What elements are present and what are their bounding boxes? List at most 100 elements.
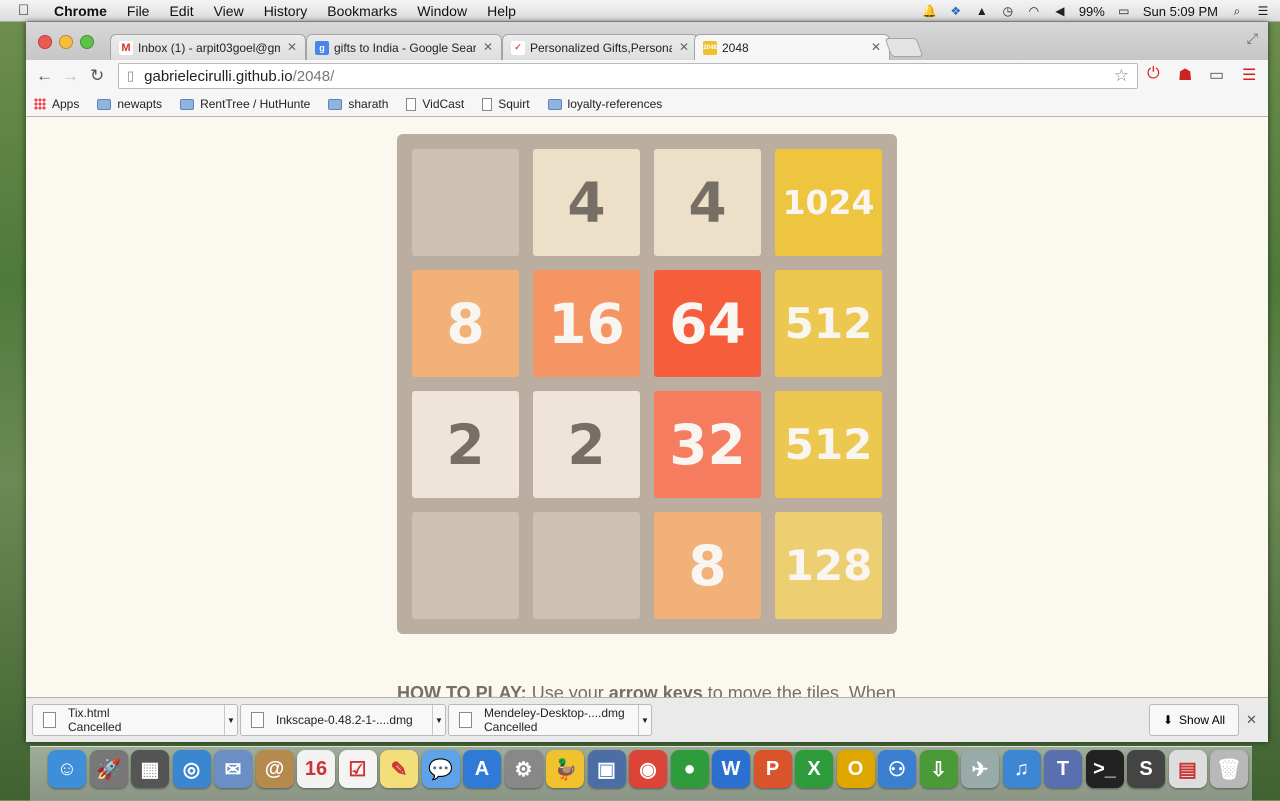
wifi-icon[interactable]: ◠ — [1027, 4, 1041, 18]
tab-strip: M Inbox (1) - arpit03goel@gm ✕ g gifts t… — [26, 22, 1268, 61]
bookmark-sharath[interactable]: sharath — [328, 97, 388, 111]
launchpad-icon[interactable]: 🚀 — [89, 750, 128, 788]
bookmarks-bar: Apps newapts RentTree / HutHunte sharath… — [26, 92, 1268, 117]
trash-icon[interactable]: 🗑 — [1210, 750, 1248, 788]
safari-icon[interactable]: ◎ — [172, 750, 211, 788]
download-menu-caret-icon[interactable]: ▼ — [432, 705, 445, 735]
page-icon: ▯ — [127, 68, 135, 83]
show-all-downloads-button[interactable]: ⬇ Show All — [1149, 704, 1239, 736]
textwrangler-icon[interactable]: T — [1044, 750, 1082, 788]
adblock-extension-icon[interactable]: ⏻ — [1147, 65, 1160, 83]
fullscreen-icon[interactable]: ⤢ — [1247, 30, 1258, 47]
apple-menu-icon[interactable]:  — [18, 2, 36, 19]
menu-app-name[interactable]: Chrome — [54, 3, 107, 19]
bookmark-newapts[interactable]: newapts — [97, 97, 162, 111]
close-window-button[interactable] — [38, 35, 52, 49]
chrome-icon[interactable]: ◉ — [629, 750, 667, 788]
close-tab-icon[interactable]: ✕ — [871, 40, 881, 54]
tab-google-search[interactable]: g gifts to India - Google Sear ✕ — [306, 34, 502, 60]
game-board[interactable]: 4 4 1024 8 16 64 512 2 2 32 512 8 128 — [397, 134, 897, 634]
menu-edit[interactable]: Edit — [169, 3, 193, 19]
notification-center-icon[interactable]: ☰ — [1256, 4, 1270, 18]
messages-icon[interactable]: 💬 — [421, 750, 460, 788]
close-tab-icon[interactable]: ✕ — [287, 40, 297, 54]
zoom-window-button[interactable] — [80, 35, 94, 49]
outlook-icon[interactable]: O — [836, 750, 875, 788]
tab-personalized-gifts[interactable]: ✓ Personalized Gifts,Persona ✕ — [502, 34, 698, 60]
terminal-icon[interactable]: >_ — [1085, 750, 1124, 788]
mail-icon[interactable]: ✉ — [214, 750, 252, 788]
bookmark-apps[interactable]: Apps — [34, 97, 79, 111]
spotlight-search-icon[interactable]: ⌕ — [1230, 4, 1244, 18]
download-item-inkscape[interactable]: Inkscape-0.48.2-1-....dmg ▼ — [240, 704, 446, 736]
download-item-tix[interactable]: Tix.html Cancelled ▼ — [32, 704, 238, 736]
bookmark-squirt[interactable]: Squirt — [482, 97, 530, 111]
finder-icon[interactable]: ☺ — [48, 750, 86, 788]
cast-icon[interactable]: ▭ — [1209, 65, 1224, 85]
tab-2048[interactable]: 2048 2048 ✕ — [694, 34, 890, 61]
menu-history[interactable]: History — [264, 3, 308, 19]
close-downloads-bar-icon[interactable]: ✕ — [1246, 712, 1257, 728]
notification-bell-icon[interactable]: 🔔 — [922, 4, 937, 18]
battery-percent[interactable]: 99% — [1079, 4, 1105, 19]
menu-bookmarks[interactable]: Bookmarks — [327, 3, 397, 19]
download-item-mendeley[interactable]: Mendeley-Desktop-....dmg Cancelled ▼ — [448, 704, 652, 736]
download-menu-caret-icon[interactable]: ▼ — [224, 705, 237, 735]
downloader-icon[interactable]: ⇩ — [919, 750, 958, 788]
documents-stack-icon[interactable]: ▤ — [1168, 750, 1207, 788]
menu-window[interactable]: Window — [417, 3, 467, 19]
folder-icon — [180, 98, 195, 110]
address-bar[interactable]: ▯ gabrielecirulli.github.io/2048/ ☆ — [118, 63, 1138, 89]
back-arrow-icon[interactable]: ← — [36, 66, 53, 86]
reminders-icon[interactable]: ☑ — [338, 750, 377, 788]
minimize-window-button[interactable] — [59, 35, 73, 49]
pocket-extension-icon[interactable]: ☗ — [1178, 65, 1192, 85]
reload-icon[interactable]: ↻ — [90, 66, 104, 86]
download-name: Tix.html — [68, 706, 110, 720]
facetime-icon[interactable]: ● — [670, 750, 709, 788]
battery-icon[interactable]: ▭ — [1117, 4, 1131, 18]
new-tab-button[interactable] — [884, 38, 924, 57]
sublime-icon[interactable]: S — [1127, 750, 1165, 788]
lync-icon[interactable]: ⚇ — [878, 750, 916, 788]
download-name: Inkscape-0.48.2-1-....dmg — [276, 713, 413, 727]
google-drive-icon[interactable]: ▲ — [975, 4, 989, 18]
contacts-icon[interactable]: @ — [255, 750, 294, 788]
mission-control-icon[interactable]: ▦ — [131, 750, 169, 788]
bookmark-star-icon[interactable]: ☆ — [1114, 66, 1129, 86]
menu-view[interactable]: View — [214, 3, 244, 19]
app-store-icon[interactable]: A — [463, 750, 501, 788]
time-machine-icon[interactable]: ◷ — [1001, 4, 1015, 18]
chrome-menu-icon[interactable]: ☰ — [1242, 65, 1256, 85]
tile-2: 2 — [533, 391, 640, 498]
bookmark-renttree[interactable]: RentTree / HutHunte — [180, 97, 310, 111]
tile-8: 8 — [654, 512, 761, 619]
page-icon — [406, 97, 417, 111]
menubar-clock[interactable]: Sun 5:09 PM — [1143, 4, 1218, 19]
cyberduck-icon[interactable]: 🦆 — [546, 750, 584, 788]
download-menu-caret-icon[interactable]: ▼ — [638, 705, 651, 735]
document-icon — [251, 712, 264, 728]
volume-icon[interactable]: ◀ — [1053, 4, 1067, 18]
dropbox-icon[interactable]: ❖ — [949, 4, 963, 18]
word-icon[interactable]: W — [712, 750, 750, 788]
notes-icon[interactable]: ✎ — [380, 750, 418, 788]
forward-arrow-icon[interactable]: → — [62, 66, 79, 86]
system-preferences-icon[interactable]: ⚙ — [504, 750, 543, 788]
bookmark-loyalty-references[interactable]: loyalty-references — [547, 97, 662, 111]
download-status: Cancelled — [68, 720, 122, 734]
close-tab-icon[interactable]: ✕ — [679, 40, 689, 54]
empty-cell — [412, 149, 519, 256]
satellite-icon[interactable]: ✈ — [961, 750, 999, 788]
powerpoint-icon[interactable]: P — [753, 750, 792, 788]
tab-inbox[interactable]: M Inbox (1) - arpit03goel@gm ✕ — [110, 34, 306, 60]
menu-help[interactable]: Help — [487, 3, 516, 19]
itunes-icon[interactable]: ♫ — [1002, 750, 1041, 788]
bookmark-vidcast[interactable]: VidCast — [406, 97, 464, 111]
excel-icon[interactable]: X — [795, 750, 833, 788]
iphoto-icon[interactable]: ▣ — [587, 750, 626, 788]
calendar-icon[interactable]: 16 — [297, 750, 335, 788]
tile-8: 8 — [412, 270, 519, 377]
close-tab-icon[interactable]: ✕ — [483, 40, 493, 54]
menu-file[interactable]: File — [127, 3, 150, 19]
